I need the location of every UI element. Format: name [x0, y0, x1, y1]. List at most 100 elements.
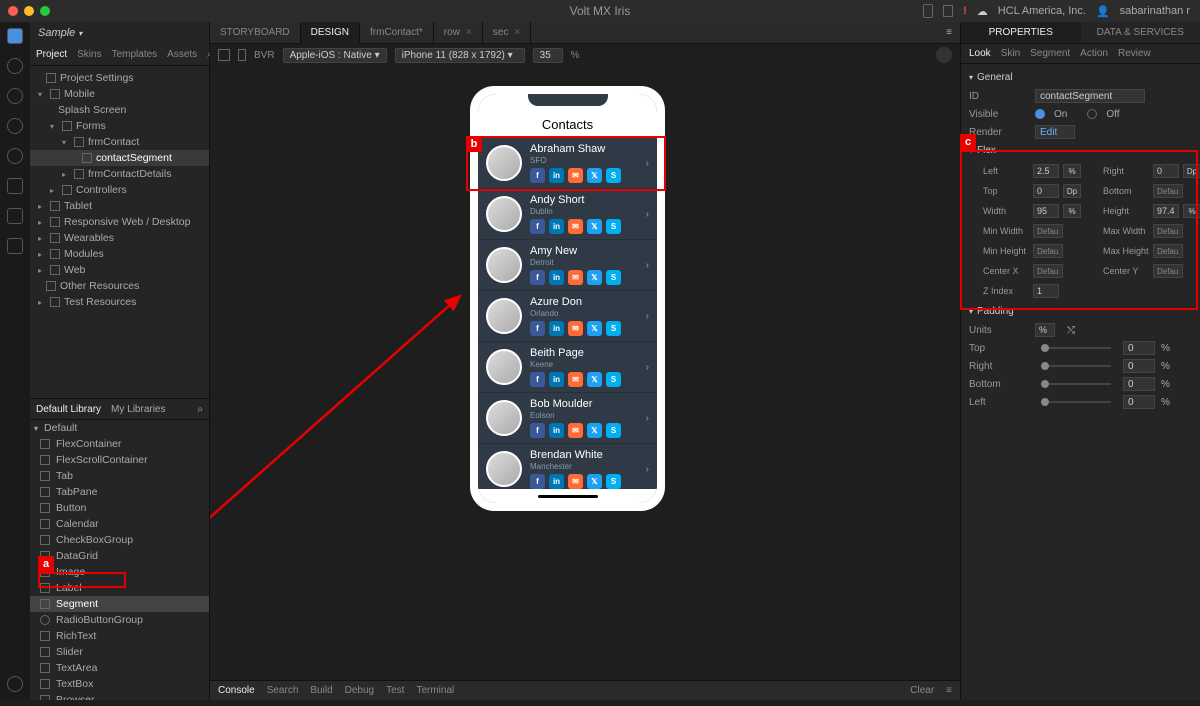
tab-data-services[interactable]: DATA & SERVICES — [1081, 22, 1200, 43]
minimize-icon[interactable] — [24, 6, 34, 16]
tab-sec[interactable]: sec× — [483, 22, 531, 44]
tab-assets[interactable]: Assets — [167, 49, 197, 60]
prop-id-input[interactable] — [1035, 89, 1145, 103]
rail-icon-doc[interactable] — [7, 208, 23, 224]
tree-controllers[interactable]: ▸Controllers — [30, 182, 209, 198]
design-canvas[interactable]: 9:41📶 📶 🔋 Contacts Abraham Shaw SFO f in… — [210, 66, 960, 680]
pad-top-input[interactable] — [1123, 341, 1155, 355]
tab-search[interactable]: Search — [267, 685, 299, 696]
tab-project[interactable]: Project — [36, 49, 67, 60]
menu-icon[interactable]: ≡ — [946, 27, 960, 38]
subtab-action[interactable]: Action — [1080, 48, 1108, 59]
widget-segment[interactable]: Segment — [30, 596, 209, 612]
lib-default-grp[interactable]: ▾Default — [30, 420, 209, 436]
mail-icon[interactable]: ✉ — [568, 219, 583, 234]
close-icon[interactable]: × — [514, 27, 520, 38]
facebook-icon[interactable]: f — [530, 321, 545, 336]
mail-icon[interactable]: ✉ — [568, 372, 583, 387]
linkedin-icon[interactable]: in — [549, 219, 564, 234]
widget-slider[interactable]: Slider — [30, 644, 209, 660]
tab-frmcontact[interactable]: frmContact* — [360, 22, 434, 44]
grid-icon[interactable] — [218, 49, 230, 61]
rail-icon-layers[interactable] — [7, 178, 23, 194]
facebook-icon[interactable]: f — [530, 270, 545, 285]
tree-contactsegment[interactable]: contactSegment — [30, 150, 209, 166]
tree-test[interactable]: ▸Test Resources — [30, 294, 209, 310]
tab-design[interactable]: DESIGN — [301, 22, 360, 44]
device-select[interactable]: iPhone 11 (828 x 1792) ▾ — [395, 48, 525, 63]
tab-storyboard[interactable]: STORYBOARD — [210, 22, 301, 44]
render-edit-button[interactable]: Edit — [1035, 125, 1075, 139]
contact-row[interactable]: Amy New Detroit f in ✉ 𝕏 S › — [478, 240, 657, 291]
subtab-segment[interactable]: Segment — [1030, 48, 1070, 59]
skype-icon[interactable]: S — [606, 423, 621, 438]
tab-terminal[interactable]: Terminal — [416, 685, 454, 696]
widget-textarea[interactable]: TextArea — [30, 660, 209, 676]
widget-richtext[interactable]: RichText — [30, 628, 209, 644]
clear-button[interactable]: Clear — [910, 685, 934, 696]
tab-properties[interactable]: PROPERTIES — [961, 22, 1081, 43]
skype-icon[interactable]: S — [606, 474, 621, 489]
tree-mobile[interactable]: ▾Mobile — [30, 86, 209, 102]
tab-console[interactable]: Console — [218, 685, 255, 696]
widget-browser[interactable]: Browser — [30, 692, 209, 700]
close-icon[interactable]: × — [466, 27, 472, 38]
skype-icon[interactable]: S — [606, 219, 621, 234]
widget-flexcontainer[interactable]: FlexContainer — [30, 436, 209, 452]
units-select[interactable]: % — [1035, 323, 1055, 337]
linkedin-icon[interactable]: in — [549, 423, 564, 438]
phone-icon[interactable] — [238, 49, 246, 61]
twitter-icon[interactable]: 𝕏 — [587, 270, 602, 285]
tree-forms[interactable]: ▾Forms — [30, 118, 209, 134]
twitter-icon[interactable]: 𝕏 — [587, 423, 602, 438]
mail-icon[interactable]: ✉ — [568, 423, 583, 438]
pad-left-slider[interactable] — [1041, 401, 1111, 403]
trash-icon[interactable] — [943, 5, 953, 17]
skype-icon[interactable]: S — [606, 321, 621, 336]
widget-calendar[interactable]: Calendar — [30, 516, 209, 532]
widget-tab[interactable]: Tab — [30, 468, 209, 484]
close-icon[interactable] — [8, 6, 18, 16]
twitter-icon[interactable]: 𝕏 — [587, 219, 602, 234]
tree-wearables[interactable]: ▸Wearables — [30, 230, 209, 246]
tree-splash[interactable]: Splash Screen — [30, 102, 209, 118]
tree-web[interactable]: ▸Web — [30, 262, 209, 278]
linkedin-icon[interactable]: in — [549, 270, 564, 285]
widget-tabpane[interactable]: TabPane — [30, 484, 209, 500]
rail-icon-gear[interactable] — [7, 88, 23, 104]
zoom-input[interactable]: 35 — [533, 48, 563, 63]
radio-off[interactable] — [1087, 109, 1097, 119]
widget-datagrid[interactable]: DataGrid — [30, 548, 209, 564]
tree-project-settings[interactable]: Project Settings — [30, 70, 209, 86]
tree-frmcontactdetails[interactable]: ▸frmContactDetails — [30, 166, 209, 182]
tab-default-library[interactable]: Default Library — [36, 404, 101, 415]
pad-left-input[interactable] — [1123, 395, 1155, 409]
rail-icon-chat[interactable] — [7, 676, 23, 692]
section-general[interactable]: ▾General — [961, 68, 1200, 87]
tree-other[interactable]: Other Resources — [30, 278, 209, 294]
linkedin-icon[interactable]: in — [549, 474, 564, 489]
widget-checkbox[interactable]: CheckBoxGroup — [30, 532, 209, 548]
maximize-icon[interactable] — [40, 6, 50, 16]
facebook-icon[interactable]: f — [530, 372, 545, 387]
widget-textbox[interactable]: TextBox — [30, 676, 209, 692]
rail-icon-1[interactable] — [7, 58, 23, 74]
radio-on[interactable] — [1035, 109, 1045, 119]
subtab-skin[interactable]: Skin — [1001, 48, 1020, 59]
tab-row[interactable]: row× — [434, 22, 483, 44]
lib-search-icon[interactable]: ⌕ — [197, 404, 203, 415]
widget-flexscroll[interactable]: FlexScrollContainer — [30, 452, 209, 468]
tree-modules[interactable]: ▸Modules — [30, 246, 209, 262]
alert-icon[interactable]: ! — [963, 5, 967, 17]
collapse-icon[interactable] — [936, 47, 952, 63]
sample-dropdown[interactable]: Sample ▾ — [30, 22, 209, 44]
skype-icon[interactable]: S — [606, 372, 621, 387]
rail-icon-sync[interactable] — [7, 148, 23, 164]
contact-row[interactable]: Brendan White Manchester f in ✉ 𝕏 S › — [478, 444, 657, 489]
tab-my-libraries[interactable]: My Libraries — [111, 404, 165, 415]
platform-select[interactable]: Apple-iOS : Native ▾ — [283, 48, 387, 63]
tab-templates[interactable]: Templates — [112, 49, 158, 60]
contact-row[interactable]: Beith Page Keene f in ✉ 𝕏 S › — [478, 342, 657, 393]
tree-tablet[interactable]: ▸Tablet — [30, 198, 209, 214]
pad-top-slider[interactable] — [1041, 347, 1111, 349]
